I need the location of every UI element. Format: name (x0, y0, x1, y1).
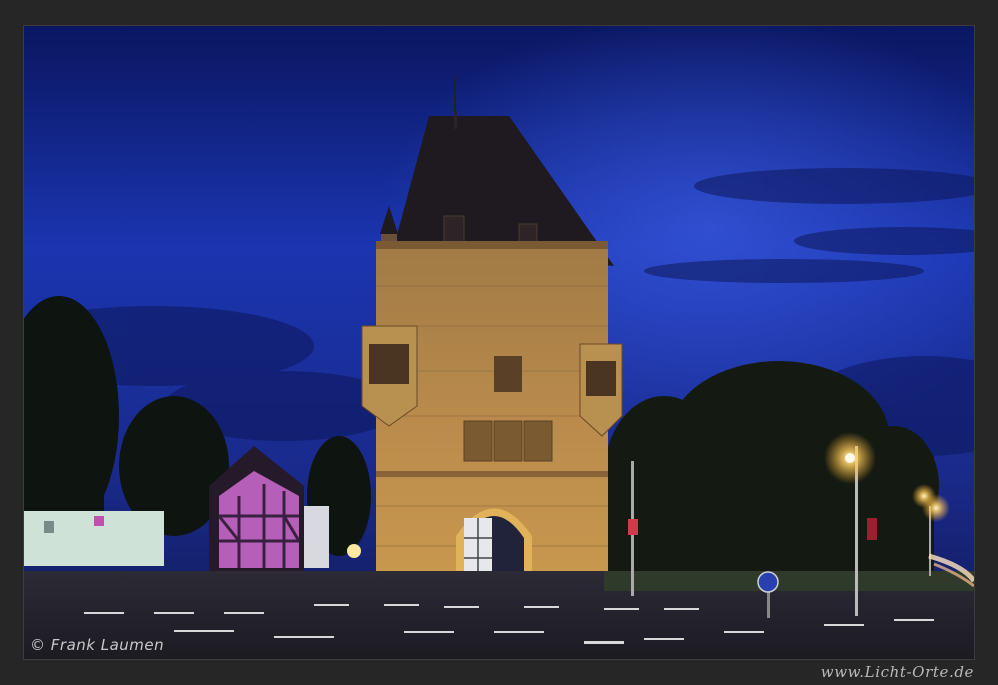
copyright-watermark: © Frank Laumen (30, 636, 165, 654)
photo-frame: © Frank Laumen www.Licht-Orte.de (0, 0, 998, 685)
night-photo-city-gate-tower (24, 26, 974, 659)
website-credit: www.Licht-Orte.de (820, 663, 974, 681)
tower-body (361, 241, 623, 586)
